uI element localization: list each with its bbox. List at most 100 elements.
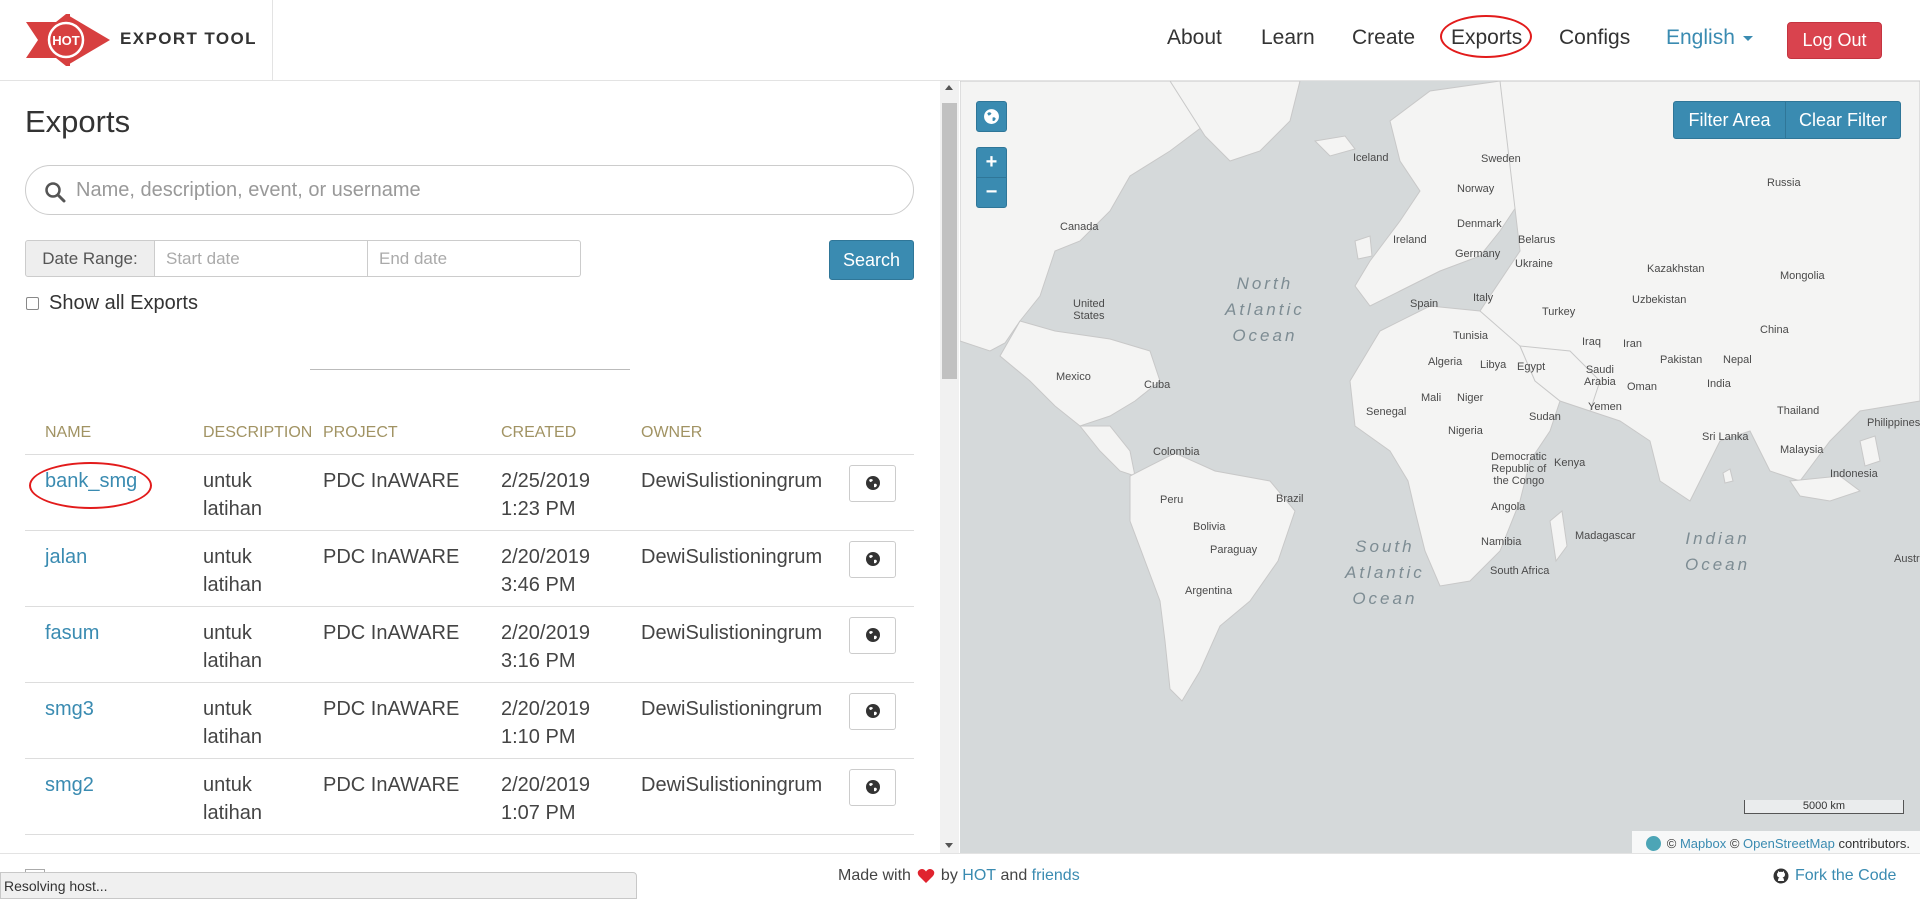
nav-exports[interactable]: Exports xyxy=(1451,26,1522,50)
map-label: Ukraine xyxy=(1515,258,1553,270)
header-name[interactable]: NAME xyxy=(25,410,187,455)
show-on-map-button[interactable] xyxy=(849,540,896,578)
search-input[interactable] xyxy=(76,175,896,205)
filter-area-button[interactable]: Filter Area xyxy=(1673,101,1786,139)
export-description: untuk latihan xyxy=(187,454,317,531)
export-description: untuk latihan xyxy=(187,682,317,759)
map-label: Colombia xyxy=(1153,446,1200,458)
show-on-map-button[interactable] xyxy=(849,616,896,654)
header-created[interactable]: CREATED xyxy=(481,410,621,455)
export-project: PDC InAWARE xyxy=(317,454,481,531)
map-view[interactable]: North Atlantic Ocean South Atlantic Ocea… xyxy=(960,81,1920,853)
export-name-link[interactable]: smg2 xyxy=(25,758,187,835)
map-label: Namibia xyxy=(1481,536,1522,548)
map-label: Angola xyxy=(1491,501,1526,513)
map-label: Bolivia xyxy=(1193,521,1226,533)
logout-button[interactable]: Log Out xyxy=(1787,22,1882,59)
map-label: Turkey xyxy=(1542,306,1576,318)
show-all-label: Show all Exports xyxy=(49,292,198,314)
panel-scrollbar[interactable] xyxy=(940,81,959,853)
ocean-label-north-atlantic: North Atlantic Ocean xyxy=(1225,274,1305,345)
zoom-in-button[interactable]: + xyxy=(976,147,1007,178)
search-button[interactable]: Search xyxy=(829,240,914,280)
nav-configs[interactable]: Configs xyxy=(1559,26,1630,50)
language-label: English xyxy=(1666,26,1735,49)
heart-icon xyxy=(917,869,935,883)
map-label: Paraguay xyxy=(1210,544,1258,556)
export-name-link[interactable]: smg3 xyxy=(25,682,187,759)
map-label: Senegal xyxy=(1366,406,1407,418)
export-name-link[interactable]: fasum xyxy=(25,606,187,683)
scroll-up-arrow-icon[interactable] xyxy=(945,85,953,90)
export-created: 2/20/2019 1:07 PM xyxy=(481,758,621,835)
export-created: 2/20/2019 3:46 PM xyxy=(481,530,621,607)
map-globe-button[interactable] xyxy=(976,101,1007,132)
header-owner[interactable]: OWNER xyxy=(621,410,829,455)
hot-link[interactable]: HOT xyxy=(962,867,996,885)
map-label: Canada xyxy=(1060,221,1099,233)
map-label: Egypt xyxy=(1517,361,1546,373)
actions-cell xyxy=(829,758,914,835)
globe-icon xyxy=(865,780,880,794)
actions-cell xyxy=(829,454,914,531)
map-label: Kazakhstan xyxy=(1647,263,1705,275)
nav-about[interactable]: About xyxy=(1167,26,1222,50)
map-label: Indonesia xyxy=(1830,468,1878,480)
map-label: Sudan xyxy=(1529,411,1561,423)
map-label: Nepal xyxy=(1723,354,1752,366)
scroll-down-arrow-icon[interactable] xyxy=(945,843,953,848)
search-field[interactable] xyxy=(25,165,914,215)
export-project: PDC InAWARE xyxy=(317,682,481,759)
export-name-link[interactable]: bank_smg xyxy=(25,454,187,531)
show-on-map-button[interactable] xyxy=(849,768,896,806)
map-label: Norway xyxy=(1457,183,1495,195)
map-label: Germany xyxy=(1455,248,1501,260)
export-owner: DewiSulistioningrum xyxy=(621,758,829,835)
map-label: Mongolia xyxy=(1780,270,1825,282)
map-label: Italy xyxy=(1473,292,1494,304)
map-label: Iceland xyxy=(1353,152,1389,164)
brand-name: EXPORT TOOL xyxy=(120,29,257,48)
mapbox-link[interactable]: Mapbox xyxy=(1680,836,1726,851)
start-date-input[interactable] xyxy=(155,240,368,277)
show-all-checkbox[interactable] xyxy=(26,297,39,310)
map-label: Malaysia xyxy=(1780,444,1824,456)
globe-icon xyxy=(865,476,880,490)
export-created: 2/20/2019 1:10 PM xyxy=(481,682,621,759)
map-label: Iraq xyxy=(1582,336,1601,348)
clear-filter-button[interactable]: Clear Filter xyxy=(1786,101,1901,139)
zoom-out-button[interactable]: − xyxy=(976,177,1007,208)
export-project: PDC InAWARE xyxy=(317,758,481,835)
export-created: 2/20/2019 3:16 PM xyxy=(481,606,621,683)
show-on-map-button[interactable] xyxy=(849,464,896,502)
friends-link[interactable]: friends xyxy=(1032,867,1080,885)
show-on-map-button[interactable] xyxy=(849,692,896,730)
globe-icon xyxy=(984,109,999,124)
nav-create[interactable]: Create xyxy=(1352,26,1415,50)
end-date-input[interactable] xyxy=(368,240,581,277)
map-label: Saudi Arabia xyxy=(1584,364,1616,388)
export-name-link[interactable]: jalan xyxy=(25,530,187,607)
header-project[interactable]: PROJECT xyxy=(317,410,481,455)
nav-learn[interactable]: Learn xyxy=(1261,26,1315,50)
map-label: China xyxy=(1760,324,1789,336)
export-project: PDC InAWARE xyxy=(317,606,481,683)
scroll-thumb[interactable] xyxy=(942,103,957,379)
globe-icon xyxy=(865,704,880,718)
language-dropdown[interactable]: English xyxy=(1666,26,1753,50)
header-description[interactable]: DESCRIPTION xyxy=(187,410,317,455)
map-attribution: © Mapbox © OpenStreetMap contributors. xyxy=(1631,831,1920,853)
map-label: Algeria xyxy=(1428,356,1463,368)
show-all-toggle[interactable]: Show all Exports xyxy=(26,292,198,315)
page-title: Exports xyxy=(25,104,131,139)
map-label: India xyxy=(1707,378,1731,390)
osm-link[interactable]: OpenStreetMap xyxy=(1743,836,1835,851)
mapbox-logo-icon[interactable] xyxy=(1645,836,1661,851)
date-range-label: Date Range: xyxy=(25,240,155,277)
brand[interactable]: HOT EXPORT TOOL xyxy=(0,0,273,80)
browser-status-bar: Resolving host... xyxy=(0,872,637,899)
header-actions xyxy=(829,410,914,455)
fork-the-code-link[interactable]: Fork the Code xyxy=(1773,867,1896,885)
hot-logo: HOT xyxy=(26,14,110,66)
map-scale: 5000 km xyxy=(1744,800,1904,814)
